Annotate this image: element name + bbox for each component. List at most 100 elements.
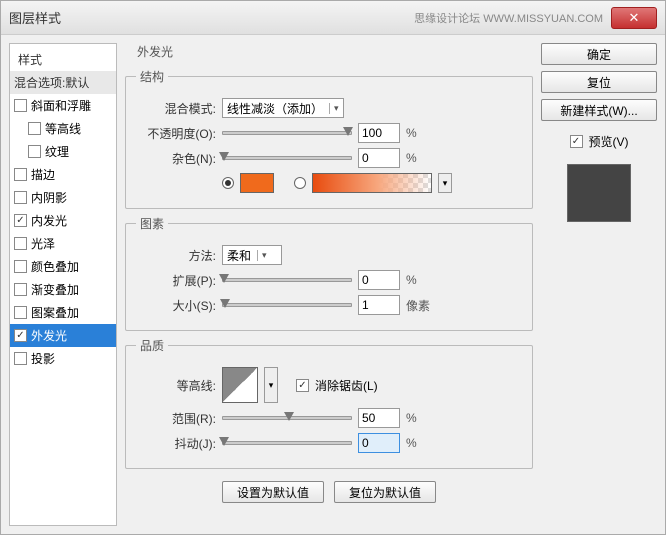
bottom-buttons: 设置为默认值 复位为默认值 [125, 481, 533, 503]
spread-input[interactable] [358, 270, 400, 290]
window-title: 图层样式 [9, 8, 414, 27]
jitter-unit: % [406, 436, 417, 450]
checkbox[interactable] [14, 99, 27, 112]
sidebar-label: 光泽 [31, 235, 55, 252]
new-style-button[interactable]: 新建样式(W)... [541, 99, 657, 121]
range-slider[interactable] [222, 416, 352, 420]
range-unit: % [406, 411, 417, 425]
close-button[interactable]: ✕ [611, 7, 657, 29]
panel-title: 外发光 [137, 43, 533, 60]
sidebar-label: 等高线 [45, 120, 81, 137]
spread-unit: % [406, 273, 417, 287]
spread-label: 扩展(P): [136, 272, 216, 289]
sidebar-item-contour[interactable]: 等高线 [10, 117, 116, 140]
sidebar-item-innerglow[interactable]: 内发光 [10, 209, 116, 232]
contour-dropdown-icon[interactable]: ▾ [264, 367, 278, 403]
sidebar-item-coloroverlay[interactable]: 颜色叠加 [10, 255, 116, 278]
preview-checkbox[interactable] [570, 135, 583, 148]
gradient-dropdown-icon[interactable]: ▾ [438, 173, 452, 193]
noise-unit: % [406, 151, 417, 165]
checkbox[interactable] [14, 352, 27, 365]
chevron-down-icon: ▾ [257, 250, 267, 261]
ok-button[interactable]: 确定 [541, 43, 657, 65]
sidebar-item-stroke[interactable]: 描边 [10, 163, 116, 186]
sidebar-item-gradientoverlay[interactable]: 渐变叠加 [10, 278, 116, 301]
sidebar-label: 内发光 [31, 212, 67, 229]
blendmode-label: 混合模式: [136, 100, 216, 117]
preview-swatch [567, 164, 631, 222]
blendmode-select[interactable]: 线性减淡（添加） ▾ [222, 98, 344, 118]
titlebar: 图层样式 思缘设计论坛 WWW.MISSYUAN.COM ✕ [1, 1, 665, 35]
sidebar-blend-default[interactable]: 混合选项:默认 [10, 71, 116, 94]
elements-group: 图素 方法: 柔和 ▾ 扩展(P): % 大小(S): [125, 215, 533, 331]
blendmode-value: 线性减淡（添加） [227, 100, 323, 117]
sidebar-item-satin[interactable]: 光泽 [10, 232, 116, 255]
sidebar-label: 投影 [31, 350, 55, 367]
sidebar-label: 斜面和浮雕 [31, 97, 91, 114]
sidebar-item-texture[interactable]: 纹理 [10, 140, 116, 163]
opacity-input[interactable] [358, 123, 400, 143]
checkbox[interactable] [14, 306, 27, 319]
range-input[interactable] [358, 408, 400, 428]
sidebar-header: 样式 [10, 48, 116, 71]
noise-label: 杂色(N): [136, 150, 216, 167]
contour-label: 等高线: [136, 377, 216, 394]
spread-slider[interactable] [222, 278, 352, 282]
sidebar-item-bevel[interactable]: 斜面和浮雕 [10, 94, 116, 117]
jitter-slider[interactable] [222, 441, 352, 445]
gradient-radio[interactable] [294, 177, 306, 189]
quality-group: 品质 等高线: ▾ 消除锯齿(L) 范围(R): % 抖动(J): [125, 337, 533, 469]
sidebar-label: 外发光 [31, 327, 67, 344]
checkbox[interactable] [14, 191, 27, 204]
checkbox[interactable] [14, 237, 27, 250]
gradient-swatch[interactable] [312, 173, 432, 193]
close-icon: ✕ [629, 10, 640, 26]
sidebar-item-innershadow[interactable]: 内阴影 [10, 186, 116, 209]
checkbox[interactable] [14, 329, 27, 342]
antialias-label: 消除锯齿(L) [315, 377, 378, 394]
noise-slider[interactable] [222, 156, 352, 160]
reset-default-button[interactable]: 复位为默认值 [334, 481, 436, 503]
layer-style-dialog: 图层样式 思缘设计论坛 WWW.MISSYUAN.COM ✕ 样式 混合选项:默… [0, 0, 666, 535]
brand-text: 思缘设计论坛 WWW.MISSYUAN.COM [414, 10, 603, 26]
jitter-label: 抖动(J): [136, 435, 216, 452]
opacity-label: 不透明度(O): [136, 125, 216, 142]
main-panel: 外发光 结构 混合模式: 线性减淡（添加） ▾ 不透明度(O): % [125, 43, 533, 526]
antialias-checkbox[interactable] [296, 379, 309, 392]
set-default-button[interactable]: 设置为默认值 [222, 481, 324, 503]
color-swatch[interactable] [240, 173, 274, 193]
sidebar-item-outerglow[interactable]: 外发光 [10, 324, 116, 347]
preview-toggle[interactable]: 预览(V) [541, 133, 657, 150]
size-label: 大小(S): [136, 297, 216, 314]
size-input[interactable] [358, 295, 400, 315]
checkbox[interactable] [14, 168, 27, 181]
checkbox[interactable] [28, 122, 41, 135]
cancel-button[interactable]: 复位 [541, 71, 657, 93]
chevron-down-icon: ▾ [329, 103, 339, 114]
style-sidebar: 样式 混合选项:默认 斜面和浮雕 等高线 纹理 描边 内阴影 [9, 43, 117, 526]
checkbox[interactable] [14, 214, 27, 227]
sidebar-label: 纹理 [45, 143, 69, 160]
structure-group: 结构 混合模式: 线性减淡（添加） ▾ 不透明度(O): % 杂色(N): [125, 68, 533, 209]
sidebar-label: 图案叠加 [31, 304, 79, 321]
checkbox[interactable] [14, 283, 27, 296]
technique-select[interactable]: 柔和 ▾ [222, 245, 282, 265]
contour-picker[interactable] [222, 367, 258, 403]
right-column: 确定 复位 新建样式(W)... 预览(V) [541, 43, 657, 526]
technique-label: 方法: [136, 247, 216, 264]
preview-label: 预览(V) [589, 133, 629, 150]
dialog-body: 样式 混合选项:默认 斜面和浮雕 等高线 纹理 描边 内阴影 [1, 35, 665, 534]
color-radio[interactable] [222, 177, 234, 189]
sidebar-label: 渐变叠加 [31, 281, 79, 298]
technique-value: 柔和 [227, 247, 251, 264]
structure-legend: 结构 [136, 68, 168, 85]
noise-input[interactable] [358, 148, 400, 168]
opacity-slider[interactable] [222, 131, 352, 135]
checkbox[interactable] [28, 145, 41, 158]
sidebar-item-dropshadow[interactable]: 投影 [10, 347, 116, 370]
checkbox[interactable] [14, 260, 27, 273]
size-unit: 像素 [406, 297, 430, 314]
size-slider[interactable] [222, 303, 352, 307]
sidebar-item-patternoverlay[interactable]: 图案叠加 [10, 301, 116, 324]
jitter-input[interactable] [358, 433, 400, 453]
